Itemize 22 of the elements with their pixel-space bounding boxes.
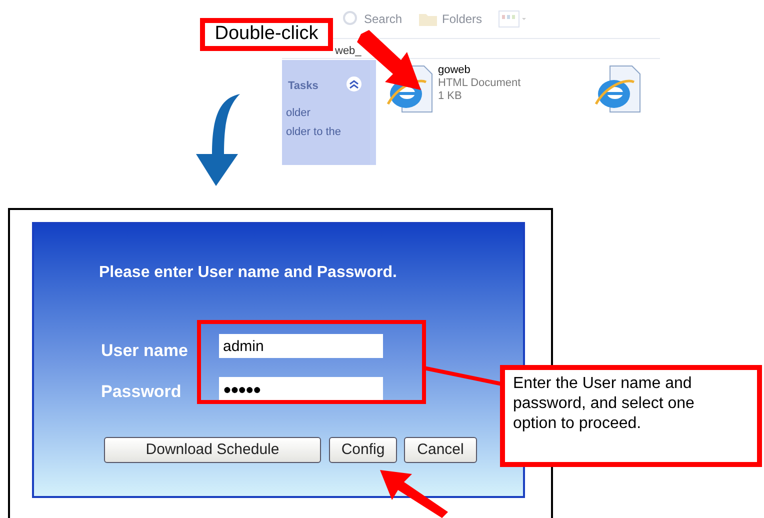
task-link[interactable]: older	[286, 105, 310, 122]
views-icon	[498, 10, 528, 28]
password-field[interactable]: ●●●●●	[219, 377, 383, 401]
field-label: Password	[101, 381, 182, 403]
search-icon	[342, 10, 360, 28]
chevron-icon[interactable]	[346, 76, 362, 92]
dialog-button[interactable]: Cancel	[404, 437, 477, 463]
dialog-button[interactable]: Download Schedule	[104, 437, 321, 463]
login-title: Please enter User name and Password.	[99, 263, 397, 283]
username-field[interactable]: admin	[219, 334, 383, 358]
file-type: HTML Document	[438, 77, 521, 90]
folder-icon	[418, 11, 438, 27]
file-size: 1 KB	[438, 90, 463, 103]
address-text: web_	[335, 44, 362, 59]
field-label: User name	[101, 340, 188, 362]
tasks-title: Tasks	[288, 79, 318, 94]
task-link[interactable]: older to the	[286, 124, 342, 140]
double-click-callout: Double-click	[200, 18, 333, 51]
note-callout: Enter the User name and password, and select one option to proceed.	[500, 365, 762, 467]
document-icon[interactable]	[594, 64, 642, 114]
dialog-button[interactable]: Config	[329, 437, 397, 463]
file-name: goweb	[438, 64, 472, 77]
